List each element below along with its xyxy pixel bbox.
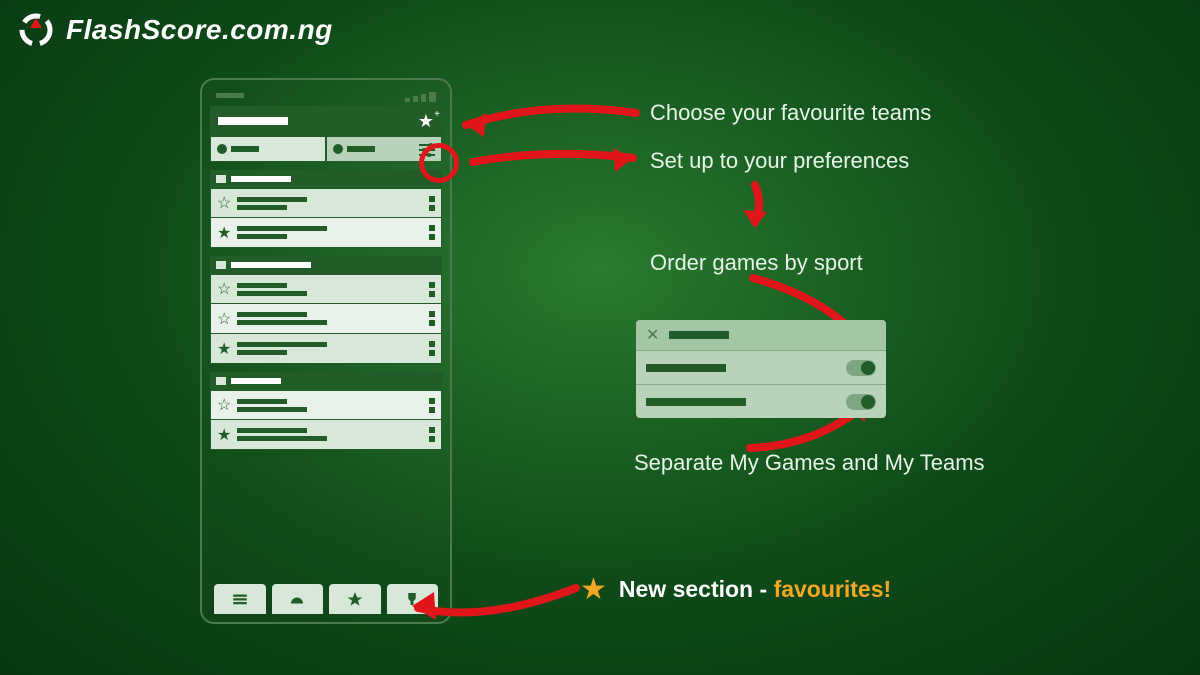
settings-sliders-icon[interactable] — [419, 142, 435, 156]
section-header — [210, 170, 442, 188]
star-icon[interactable]: ★ — [217, 223, 231, 243]
arrow-down-1 — [735, 180, 775, 235]
bottom-tab-favourites[interactable] — [329, 584, 381, 614]
add-favourite-icon[interactable]: ★ — [418, 111, 434, 132]
star-icon[interactable]: ★ — [217, 425, 231, 445]
logo-mark-icon — [16, 10, 56, 50]
game-row[interactable]: ☆ — [210, 390, 442, 420]
game-row[interactable]: ★ — [210, 420, 442, 450]
bottom-nav — [210, 580, 442, 614]
new-section-callout: ★ New section - favourites! — [580, 572, 891, 607]
app-header: ★ — [210, 106, 442, 136]
toggle-order-by-sport[interactable] — [846, 360, 876, 376]
star-outline-icon[interactable]: ☆ — [217, 279, 231, 299]
toggle-row-separate — [636, 384, 886, 418]
preferences-panel: ✕ — [636, 320, 886, 418]
star-outline-icon[interactable]: ☆ — [217, 309, 231, 329]
game-row[interactable]: ☆ — [210, 188, 442, 218]
star-outline-icon[interactable]: ☆ — [217, 395, 231, 415]
callout-order: Order games by sport — [650, 250, 863, 276]
header-tab-2[interactable] — [326, 136, 442, 162]
brand-logo: FlashScore.com.ng — [16, 10, 333, 50]
close-icon[interactable]: ✕ — [646, 325, 659, 345]
section-header — [210, 372, 442, 390]
new-section-prefix: New section - — [619, 576, 774, 602]
arrow-favourite — [446, 95, 646, 145]
header-title-placeholder — [218, 117, 288, 125]
phone-mock: ★ ☆ ★ ☆ ☆ ★ ☆ ★ — [200, 78, 452, 624]
preferences-header: ✕ — [636, 320, 886, 350]
toggle-separate-games-teams[interactable] — [846, 394, 876, 410]
star-outline-icon[interactable]: ☆ — [217, 193, 231, 213]
new-section-highlight: favourites! — [774, 576, 892, 602]
bottom-tab-live[interactable] — [272, 584, 324, 614]
toggle-row-order — [636, 350, 886, 384]
game-row[interactable]: ☆ — [210, 304, 442, 334]
status-bar — [210, 88, 442, 102]
match-list: ☆ ★ ☆ ☆ ★ ☆ ★ — [210, 162, 442, 580]
header-tabs — [210, 136, 442, 162]
star-icon[interactable]: ★ — [217, 339, 231, 359]
game-row[interactable]: ★ — [210, 218, 442, 248]
bottom-tab-home[interactable] — [214, 584, 266, 614]
section-header — [210, 256, 442, 274]
callout-separate: Separate My Games and My Teams — [634, 450, 985, 476]
logo-text: FlashScore.com.ng — [66, 14, 333, 46]
callout-preferences: Set up to your preferences — [650, 148, 909, 174]
star-icon: ★ — [580, 572, 607, 607]
bottom-tab-standings[interactable] — [387, 584, 439, 614]
arrow-preferences — [458, 140, 648, 180]
header-tab-1[interactable] — [210, 136, 326, 162]
game-row[interactable]: ★ — [210, 334, 442, 364]
game-row[interactable]: ☆ — [210, 274, 442, 304]
callout-favourite-teams: Choose your favourite teams — [650, 100, 931, 126]
